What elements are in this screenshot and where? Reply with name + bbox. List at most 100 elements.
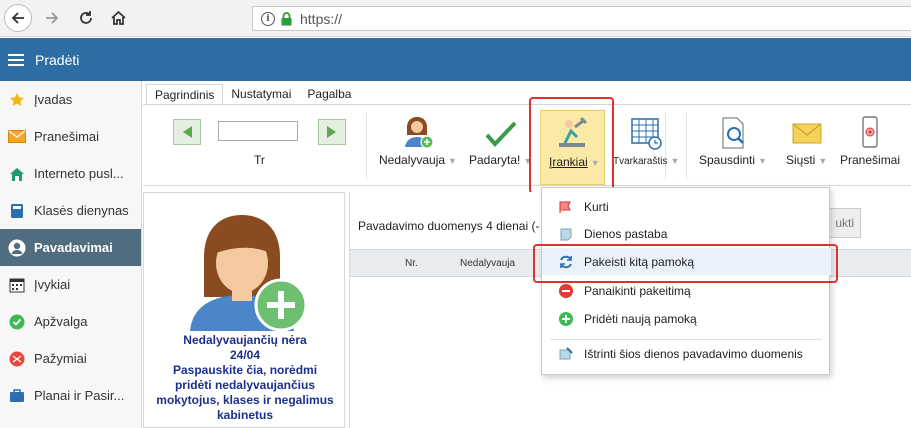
sidebar-item-label: Įvykiai bbox=[34, 277, 71, 292]
lock-icon bbox=[281, 11, 292, 25]
flag-icon bbox=[558, 199, 574, 215]
sidebar-item-planai[interactable]: Planai ir Pasir... bbox=[0, 377, 141, 414]
padaryta-label: Padaryta! bbox=[469, 153, 521, 167]
reload-button[interactable] bbox=[72, 4, 100, 32]
url-bar[interactable]: i https:// bbox=[252, 6, 911, 31]
sidebar-item-label: Pažymiai bbox=[34, 351, 87, 366]
tab-nustatymai[interactable]: Nustatymai bbox=[223, 84, 299, 104]
home-button[interactable] bbox=[104, 4, 132, 32]
menu-item-istrinti-duomenis[interactable]: Ištrinti šios dienos pavadavimo duomenis bbox=[542, 340, 831, 367]
checkmark-icon bbox=[485, 121, 517, 147]
siusti-label: Siųsti bbox=[786, 153, 816, 167]
reload-icon bbox=[80, 11, 92, 24]
grades-icon bbox=[8, 350, 26, 368]
mobile-phone-icon bbox=[862, 116, 878, 148]
absent-text-line: pridėti nedalyvaujančius bbox=[174, 378, 316, 392]
book-icon bbox=[8, 202, 26, 220]
app-title[interactable]: Pradėti bbox=[35, 52, 79, 68]
absent-panel[interactable]: Nedalyvaujančių nėra 24/04 Paspauskite č… bbox=[143, 192, 345, 428]
absent-text-line: kabinetus bbox=[216, 408, 273, 422]
sidebar-item-apzvalga[interactable]: Apžvalga bbox=[0, 303, 141, 340]
padaryta-button[interactable]: Padaryta! ▼ bbox=[469, 115, 532, 167]
nedalyvauja-label: Nedalyvauja bbox=[379, 153, 446, 167]
menu-item-prideti-nauja-pamoka[interactable]: Pridėti naują pamoką bbox=[542, 305, 831, 332]
sidebar-item-pranesimai[interactable]: Pranešimai bbox=[0, 118, 141, 155]
tvarkarastis-button[interactable]: Tvarkaraštis ▼ bbox=[613, 115, 679, 167]
dropdown-arrow-icon[interactable]: ▼ bbox=[448, 156, 457, 166]
calendar-icon bbox=[8, 276, 26, 294]
sidebar-item-ivadas[interactable]: Įvadas bbox=[0, 81, 141, 118]
menu-item-kurti[interactable]: Kurti bbox=[542, 193, 831, 220]
erase-icon bbox=[558, 346, 574, 362]
dropdown-arrow-icon[interactable]: ▼ bbox=[670, 156, 679, 166]
pranesimai-button[interactable]: Pranešimai bbox=[840, 115, 900, 167]
menu-item-label: Ištrinti šios dienos pavadavimo duomenis bbox=[584, 346, 803, 361]
home-icon bbox=[110, 10, 126, 25]
teacher-avatar-icon bbox=[190, 215, 308, 331]
browser-toolbar: i https:// bbox=[0, 0, 911, 37]
sidebar-item-label: Klasės dienynas bbox=[34, 203, 129, 218]
nedalyvauja-button[interactable]: Nedalyvauja ▼ bbox=[379, 115, 457, 167]
note-icon bbox=[558, 226, 574, 242]
info-icon[interactable]: i bbox=[261, 11, 275, 26]
spausdinti-button[interactable]: Spausdinti ▼ bbox=[699, 115, 767, 167]
menu-item-dienos-pastaba[interactable]: Dienos pastaba bbox=[542, 220, 831, 247]
triangle-right-icon bbox=[327, 126, 336, 138]
sidebar-item-label: Pavadavimai bbox=[34, 240, 113, 255]
column-nr[interactable]: Nr. bbox=[405, 258, 418, 269]
ribbon-tabs: Pagrindinis Nustatymai Pagalba bbox=[146, 84, 359, 104]
absent-panel-text: Nedalyvaujančių nėra 24/04 Paspauskite č… bbox=[144, 333, 346, 423]
dropdown-arrow-icon[interactable]: ▼ bbox=[758, 156, 767, 166]
spausdinti-label: Spausdinti bbox=[699, 153, 756, 167]
column-nedalyvauja[interactable]: Nedalyvauja bbox=[460, 258, 515, 269]
menu-item-label: Dienos pastaba bbox=[584, 226, 668, 241]
absent-text-line: 24/04 bbox=[229, 348, 261, 362]
triangle-left-icon bbox=[183, 126, 192, 138]
user-add-icon bbox=[404, 117, 434, 149]
menu-item-label: Panaikinti pakeitimą bbox=[584, 283, 691, 298]
url-text: https:// bbox=[300, 10, 343, 27]
tab-pagalba[interactable]: Pagalba bbox=[299, 84, 359, 104]
minus-circle-icon bbox=[558, 283, 574, 299]
dropdown-arrow-icon[interactable]: ▼ bbox=[818, 156, 827, 166]
ribbon-separator bbox=[366, 113, 367, 179]
absent-text-line: Paspauskite čia, norėdmi bbox=[172, 363, 318, 377]
home-icon bbox=[8, 165, 26, 183]
ribbon-toolbar: Tr Nedalyvauja ▼ Padaryta! ▼ Tvarkaraštis ▼… bbox=[143, 104, 911, 186]
envelope-icon bbox=[8, 128, 26, 146]
sidebar-item-klases-dienynas[interactable]: Klasės dienynas bbox=[0, 192, 141, 229]
highlight-box bbox=[533, 244, 838, 283]
sidebar-item-label: Planai ir Pasir... bbox=[34, 388, 125, 403]
briefcase-icon bbox=[8, 387, 26, 405]
person-icon bbox=[8, 239, 26, 257]
sidebar-item-label: Įvadas bbox=[34, 92, 73, 107]
forward-button[interactable] bbox=[38, 4, 66, 32]
sidebar-item-pavadavimai[interactable]: Pavadavimai bbox=[0, 229, 141, 266]
tvarkarastis-label: Tvarkaraštis bbox=[613, 156, 668, 167]
plus-circle-icon bbox=[558, 311, 574, 327]
print-preview-icon bbox=[722, 117, 744, 149]
sidebar-item-pazymiai[interactable]: Pažymiai bbox=[0, 340, 141, 377]
sidebar-item-label: Interneto pusl... bbox=[34, 166, 124, 181]
tab-pagrindinis[interactable]: Pagrindinis bbox=[146, 84, 224, 104]
prev-date-button[interactable] bbox=[173, 119, 201, 145]
arrow-left-icon bbox=[11, 12, 24, 24]
timetable-icon bbox=[631, 118, 662, 150]
envelope-icon bbox=[792, 123, 822, 144]
ribbon-separator bbox=[686, 113, 687, 179]
menu-item-label: Kurti bbox=[584, 199, 609, 214]
absent-text-line: Nedalyvaujančių nėra bbox=[183, 333, 307, 347]
menu-item-label: Pridėti naują pamoką bbox=[584, 311, 697, 326]
next-date-button[interactable] bbox=[318, 119, 346, 145]
back-button[interactable] bbox=[4, 4, 32, 32]
sidebar-item-ivykiai[interactable]: Įvykiai bbox=[0, 266, 141, 303]
sidebar-item-interneto-puslapis[interactable]: Interneto pusl... bbox=[0, 155, 141, 192]
siusti-button[interactable]: Siųsti ▼ bbox=[786, 115, 827, 167]
sidebar-item-label: Apžvalga bbox=[34, 314, 88, 329]
pranesimai-label: Pranešimai bbox=[840, 153, 901, 167]
hamburger-menu-icon[interactable] bbox=[8, 53, 24, 66]
highlight-box bbox=[529, 97, 614, 194]
date-input[interactable] bbox=[218, 121, 298, 141]
weekday-label: Tr bbox=[254, 153, 265, 167]
star-icon bbox=[8, 91, 26, 109]
